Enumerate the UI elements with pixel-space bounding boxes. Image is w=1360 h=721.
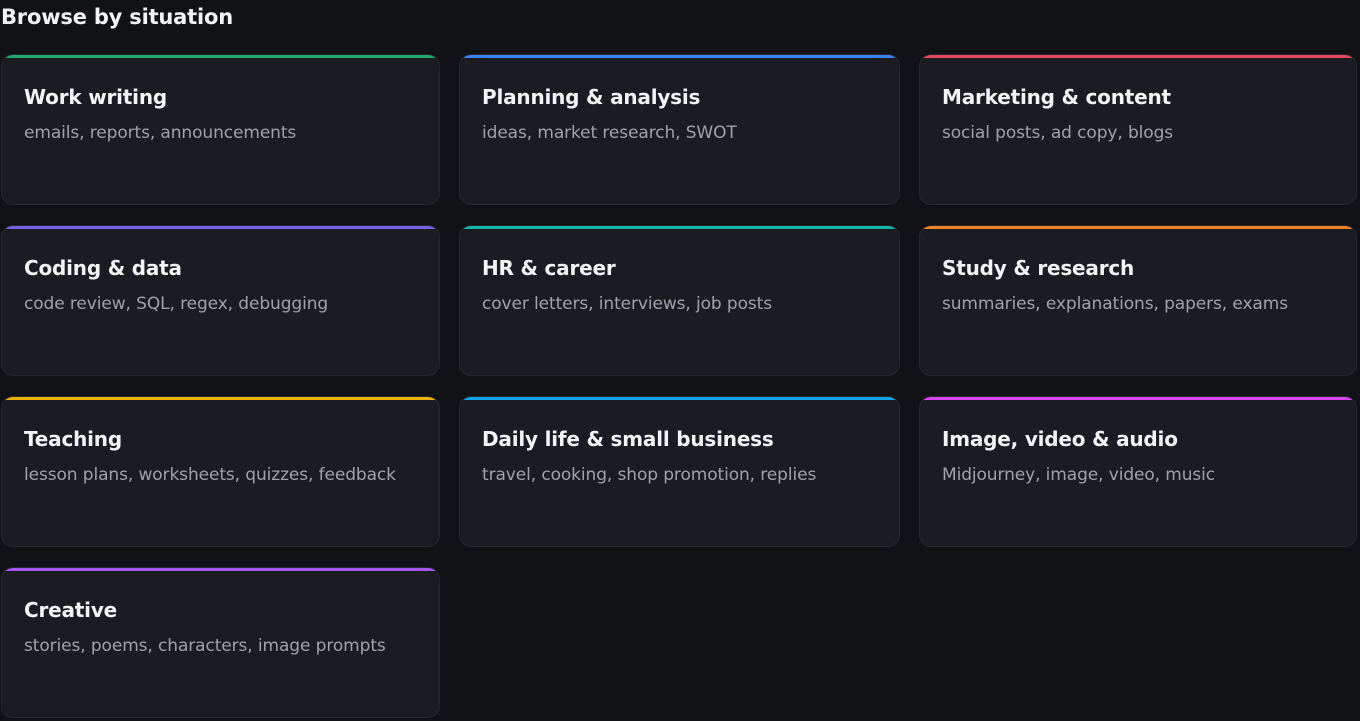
- category-card-planning-analysis[interactable]: Planning & analysis ideas, market resear…: [459, 54, 900, 205]
- card-title: Creative: [24, 598, 118, 622]
- card-description: code review, SQL, regex, debugging: [24, 294, 329, 314]
- category-card-image-video-audio[interactable]: Image, video & audio Midjourney, image, …: [919, 396, 1357, 547]
- category-card-daily-life-small-business[interactable]: Daily life & small business travel, cook…: [459, 396, 900, 547]
- card-description: travel, cooking, shop promotion, replies: [482, 465, 817, 485]
- section-title: Browse by situation: [1, 5, 233, 29]
- card-description: stories, poems, characters, image prompt…: [24, 636, 386, 656]
- category-card-creative[interactable]: Creative stories, poems, characters, ima…: [1, 567, 440, 718]
- card-description: social posts, ad copy, blogs: [942, 123, 1174, 143]
- card-title: Work writing: [24, 85, 167, 109]
- category-card-work-writing[interactable]: Work writing emails, reports, announceme…: [1, 54, 440, 205]
- card-title: Marketing & content: [942, 85, 1171, 109]
- card-title: HR & career: [482, 256, 616, 280]
- card-description: cover letters, interviews, job posts: [482, 294, 772, 314]
- category-card-hr-career[interactable]: HR & career cover letters, interviews, j…: [459, 225, 900, 376]
- card-title: Coding & data: [24, 256, 182, 280]
- card-description: Midjourney, image, video, music: [942, 465, 1216, 485]
- browse-page: Browse by situation Work writing emails,…: [0, 0, 1360, 721]
- card-title: Teaching: [24, 427, 122, 451]
- category-card-study-research[interactable]: Study & research summaries, explanations…: [919, 225, 1357, 376]
- card-title: Daily life & small business: [482, 427, 774, 451]
- card-description: ideas, market research, SWOT: [482, 123, 737, 143]
- category-card-teaching[interactable]: Teaching lesson plans, worksheets, quizz…: [1, 396, 440, 547]
- card-description: summaries, explanations, papers, exams: [942, 294, 1288, 314]
- card-title: Study & research: [942, 256, 1135, 280]
- category-grid: Work writing emails, reports, announceme…: [1, 54, 1359, 718]
- card-title: Image, video & audio: [942, 427, 1178, 451]
- category-card-coding-data[interactable]: Coding & data code review, SQL, regex, d…: [1, 225, 440, 376]
- card-description: lesson plans, worksheets, quizzes, feedb…: [24, 465, 396, 485]
- card-title: Planning & analysis: [482, 85, 701, 109]
- category-card-marketing-content[interactable]: Marketing & content social posts, ad cop…: [919, 54, 1357, 205]
- card-description: emails, reports, announcements: [24, 123, 297, 143]
